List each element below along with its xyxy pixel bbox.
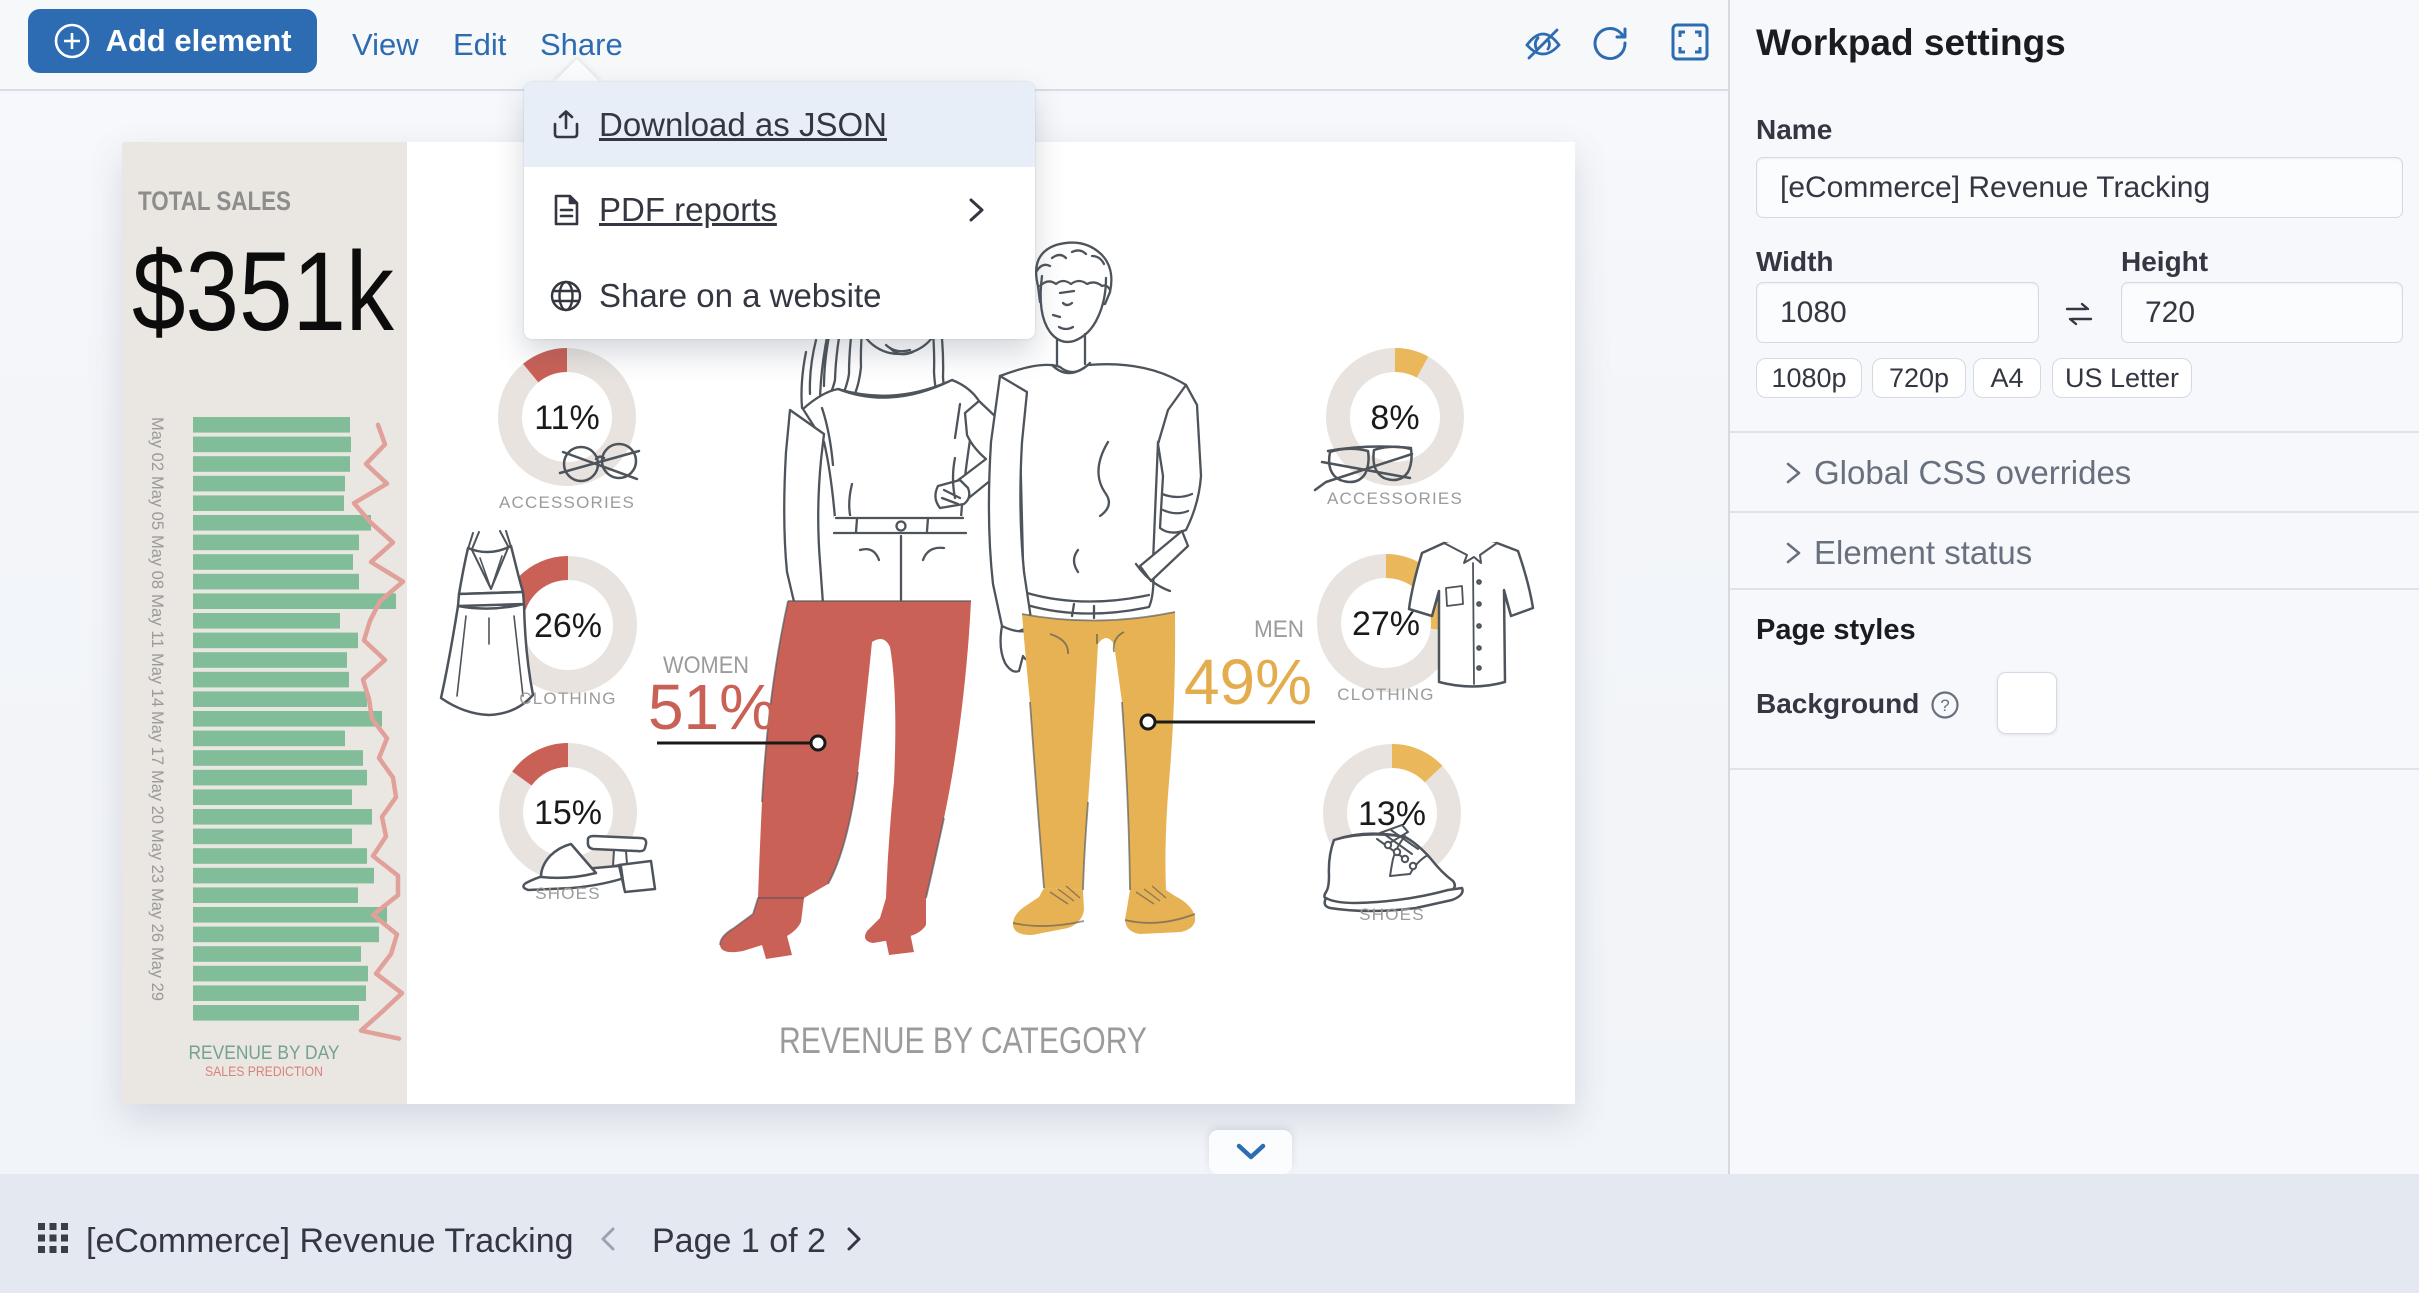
svg-text:May 26: May 26 xyxy=(148,888,167,942)
svg-text:SALES PREDICTION: SALES PREDICTION xyxy=(205,1063,323,1079)
svg-text:26%: 26% xyxy=(534,607,602,645)
svg-text:?: ? xyxy=(1940,696,1949,715)
svg-text:TOTAL SALES: TOTAL SALES xyxy=(138,186,291,216)
svg-text:49%: 49% xyxy=(1184,646,1312,718)
svg-text:CLOTHING: CLOTHING xyxy=(1337,685,1434,704)
svg-text:CLOTHING: CLOTHING xyxy=(519,689,616,708)
svg-text:REVENUE BY CATEGORY: REVENUE BY CATEGORY xyxy=(779,1020,1147,1061)
svg-text:May 14: May 14 xyxy=(148,653,167,707)
svg-text:SHOES: SHOES xyxy=(535,884,601,903)
svg-text:11%: 11% xyxy=(534,399,600,437)
svg-text:SHOES: SHOES xyxy=(1359,905,1425,924)
svg-text:13%: 13% xyxy=(1358,795,1426,833)
svg-text:ACCESSORIES: ACCESSORIES xyxy=(499,493,635,512)
svg-text:8%: 8% xyxy=(1370,399,1419,437)
svg-text:May 29: May 29 xyxy=(148,947,167,1001)
svg-text:May 02: May 02 xyxy=(148,417,167,471)
svg-text:MEN: MEN xyxy=(1254,616,1304,643)
svg-text:$351k: $351k xyxy=(132,229,395,354)
svg-text:May 08: May 08 xyxy=(148,535,167,589)
svg-text:51%: 51% xyxy=(648,671,776,743)
svg-text:May 17: May 17 xyxy=(148,711,167,765)
svg-text:REVENUE BY DAY: REVENUE BY DAY xyxy=(189,1042,340,1064)
svg-text:May 23: May 23 xyxy=(148,829,167,883)
svg-text:27%: 27% xyxy=(1352,605,1420,643)
svg-text:May 05: May 05 xyxy=(148,476,167,530)
svg-text:May 11: May 11 xyxy=(148,594,167,648)
svg-text:ACCESSORIES: ACCESSORIES xyxy=(1327,489,1463,508)
svg-text:15%: 15% xyxy=(534,794,602,832)
svg-text:May 20: May 20 xyxy=(148,770,167,824)
